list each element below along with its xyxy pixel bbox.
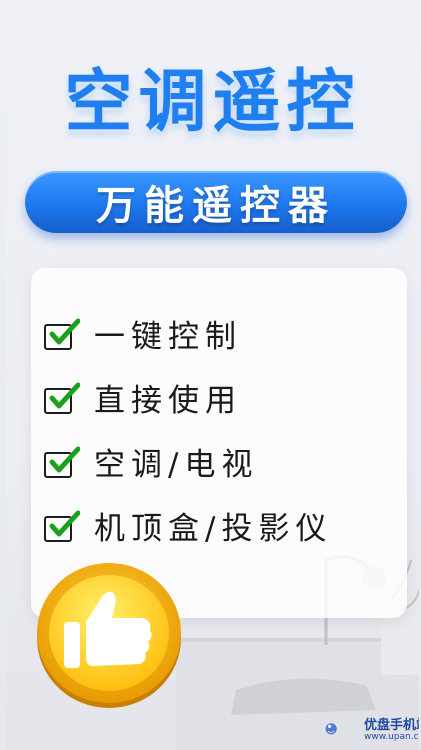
feature-item-4: 机顶盒/投影仪	[44, 505, 333, 547]
checkbox-check-icon	[44, 318, 80, 350]
checkbox-check-icon	[44, 510, 80, 542]
page-title: 空调遥控	[64, 63, 361, 142]
watermark-name: 优盘手机站	[364, 718, 419, 733]
subtitle-text: 万能遥控器	[96, 183, 336, 229]
promo-banner: 空调遥控 万能遥控器 一键控制 直接使用 空调/电视 机顶盒/投影仪 优盘手机 …	[6, 0, 419, 750]
feature-label: 直接使用	[94, 382, 242, 419]
feature-label: 空调/电视	[94, 446, 259, 483]
feature-label: 机顶盒/投影仪	[94, 510, 333, 547]
checkbox-check-icon	[44, 382, 80, 414]
upan-logo-icon	[325, 723, 337, 735]
checkbox-check-icon	[44, 446, 80, 478]
thumbs-up-icon	[37, 563, 181, 708]
subtitle-banner: 万能遥控器	[25, 171, 407, 233]
feature-label: 一键控制	[94, 318, 242, 355]
feature-item-2: 直接使用	[44, 377, 242, 419]
feature-item-3: 空调/电视	[44, 441, 259, 483]
watermark-url: www.upan.cc	[364, 732, 419, 742]
feature-item-1: 一键控制	[44, 313, 242, 355]
